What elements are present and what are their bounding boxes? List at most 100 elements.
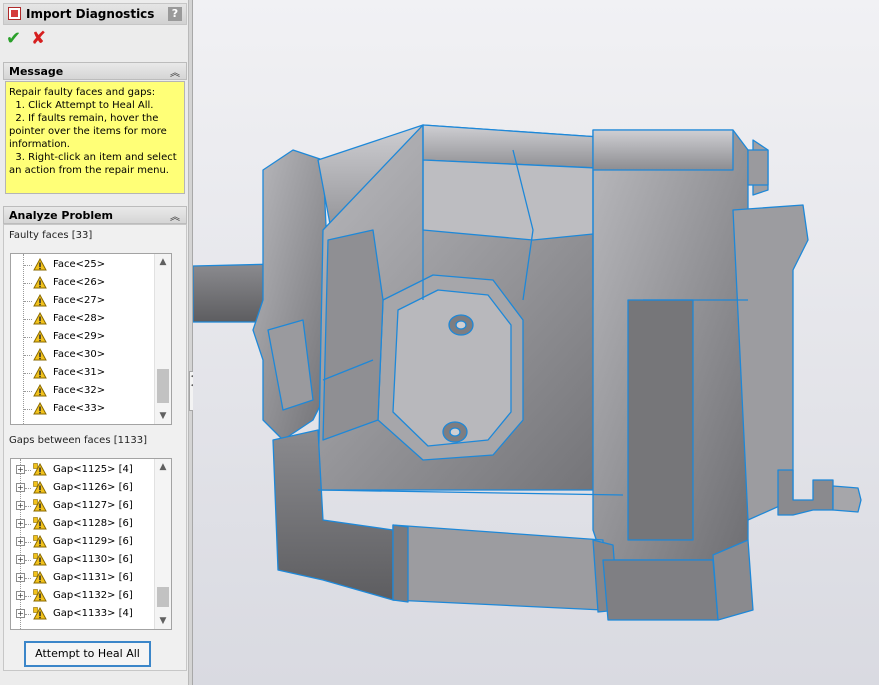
message-line: an action from the repair menu. <box>9 165 169 176</box>
tree-connector <box>24 391 32 392</box>
gap-label: Gap<1127> [6] <box>53 500 133 511</box>
message-line: 2. If faults remain, hover the <box>9 113 159 124</box>
scroll-thumb[interactable] <box>157 369 169 403</box>
message-line: pointer over the items for more <box>9 126 167 137</box>
help-icon[interactable]: ? <box>168 7 182 21</box>
face-list-item[interactable]: Face<28> <box>11 310 156 328</box>
gaps-scrollbar[interactable]: ▲ ▼ <box>154 459 171 629</box>
expand-plus-icon[interactable]: + <box>16 573 25 582</box>
face-list-item[interactable]: Face<26> <box>11 274 156 292</box>
warning-icon <box>33 293 47 308</box>
tree-connector <box>24 337 32 338</box>
warning-icon <box>33 311 47 326</box>
pump-model-render <box>193 124 862 621</box>
scroll-thumb[interactable] <box>157 587 169 607</box>
warning-icon <box>33 275 47 290</box>
tree-connector <box>25 560 31 561</box>
face-label: Face<26> <box>53 277 106 288</box>
message-line: 1. Click Attempt to Heal All. <box>9 100 154 111</box>
gap-label: Gap<1128> [6] <box>53 518 133 529</box>
expand-plus-icon[interactable]: + <box>16 501 25 510</box>
gap-label: Gap<1133> [4] <box>53 608 133 619</box>
face-list-item[interactable]: Face<31> <box>11 364 156 382</box>
gap-list-item[interactable]: + Gap<1131> [6] <box>11 569 156 587</box>
face-list-item[interactable]: Face<27> <box>11 292 156 310</box>
gap-warning-icon <box>33 606 47 621</box>
ok-button[interactable]: ✔ <box>6 30 21 48</box>
tree-connector <box>25 524 31 525</box>
expand-plus-icon[interactable]: + <box>16 465 25 474</box>
cancel-button[interactable]: ✘ <box>31 30 46 48</box>
gap-label: Gap<1130> [6] <box>53 554 133 565</box>
tree-connector <box>25 596 31 597</box>
faulty-faces-list[interactable]: ▲ ▼ Face<25> Face<26> Face<27> Face<28> Face… <box>10 253 172 425</box>
message-box: Repair faulty faces and gaps: 1. Click A… <box>5 81 185 194</box>
face-label: Face<25> <box>53 259 106 270</box>
panel-title: Import Diagnostics <box>26 7 155 21</box>
panel-titlebar: Import Diagnostics ? <box>3 3 187 25</box>
gap-label: Gap<1132> [6] <box>53 590 133 601</box>
warning-icon <box>33 347 47 362</box>
expand-plus-icon[interactable]: + <box>16 591 25 600</box>
faulty-faces-label: Faulty faces [33] <box>9 230 93 241</box>
expand-plus-icon[interactable]: + <box>16 537 25 546</box>
gap-list-item[interactable]: + Gap<1132> [6] <box>11 587 156 605</box>
tree-connector <box>24 301 32 302</box>
warning-icon <box>33 401 47 416</box>
expand-plus-icon[interactable]: + <box>16 483 25 492</box>
collapse-chevron-icon[interactable]: ︽ <box>170 208 180 223</box>
message-line: information. <box>9 139 70 150</box>
scroll-down-icon[interactable]: ▼ <box>155 408 171 424</box>
warning-icon <box>33 329 47 344</box>
face-list-item[interactable]: Face<30> <box>11 346 156 364</box>
import-diagnostics-icon <box>8 7 21 20</box>
face-list-item[interactable]: Face<33> <box>11 400 156 418</box>
gap-label: Gap<1131> [6] <box>53 572 133 583</box>
gap-list-item[interactable]: + Gap<1125> [4] <box>11 461 156 479</box>
attempt-to-heal-all-button[interactable]: Attempt to Heal All <box>24 641 151 667</box>
faces-scrollbar[interactable]: ▲ ▼ <box>154 254 171 424</box>
gap-list-item[interactable]: + Gap<1128> [6] <box>11 515 156 533</box>
face-label: Face<27> <box>53 295 106 306</box>
face-label: Face<33> <box>53 403 106 414</box>
graphics-viewport[interactable] <box>193 0 879 685</box>
expand-plus-icon[interactable]: + <box>16 555 25 564</box>
gap-warning-icon <box>33 462 47 477</box>
gap-warning-icon <box>33 516 47 531</box>
gap-list-item[interactable]: + Gap<1126> [6] <box>11 479 156 497</box>
face-label: Face<29> <box>53 331 106 342</box>
face-list-item[interactable]: Face<29> <box>11 328 156 346</box>
message-line: Repair faulty faces and gaps: <box>9 87 156 98</box>
property-manager-panel: Import Diagnostics ? ✔ ✘ Message ︽ Repai… <box>0 0 189 685</box>
tree-connector <box>24 409 32 410</box>
scroll-up-icon[interactable]: ▲ <box>155 459 171 475</box>
analyze-group-header[interactable]: Analyze Problem ︽ <box>3 206 187 224</box>
face-label: Face<31> <box>53 367 106 378</box>
analyze-header-label: Analyze Problem <box>9 209 114 222</box>
expand-plus-icon[interactable]: + <box>16 609 25 618</box>
message-group-header[interactable]: Message ︽ <box>3 62 187 80</box>
scroll-down-icon[interactable]: ▼ <box>155 613 171 629</box>
expand-plus-icon[interactable]: + <box>16 519 25 528</box>
face-list-item[interactable]: Face<25> <box>11 256 156 274</box>
tree-connector <box>24 373 32 374</box>
gaps-list[interactable]: ▲ ▼ + Gap<1125> [4] + Gap<1126> [6] + Gap<112… <box>10 458 172 630</box>
face-label: Face<32> <box>53 385 106 396</box>
gap-list-item[interactable]: + Gap<1130> [6] <box>11 551 156 569</box>
gap-warning-icon <box>33 570 47 585</box>
gaps-label: Gaps between faces [1133] <box>9 435 147 446</box>
collapse-chevron-icon[interactable]: ︽ <box>170 64 180 79</box>
tree-connector <box>24 355 32 356</box>
face-list-item[interactable]: Face<32> <box>11 382 156 400</box>
tree-connector <box>24 265 32 266</box>
tree-connector <box>24 283 32 284</box>
gap-list-item[interactable]: + Gap<1127> [6] <box>11 497 156 515</box>
warning-icon <box>33 257 47 272</box>
gap-label: Gap<1125> [4] <box>53 464 133 475</box>
gap-list-item[interactable]: + Gap<1129> [6] <box>11 533 156 551</box>
scroll-up-icon[interactable]: ▲ <box>155 254 171 270</box>
gap-label: Gap<1129> [6] <box>53 536 133 547</box>
message-line: 3. Right-click an item and select <box>9 152 177 163</box>
tree-connector <box>24 319 32 320</box>
gap-list-item[interactable]: + Gap<1133> [4] <box>11 605 156 623</box>
